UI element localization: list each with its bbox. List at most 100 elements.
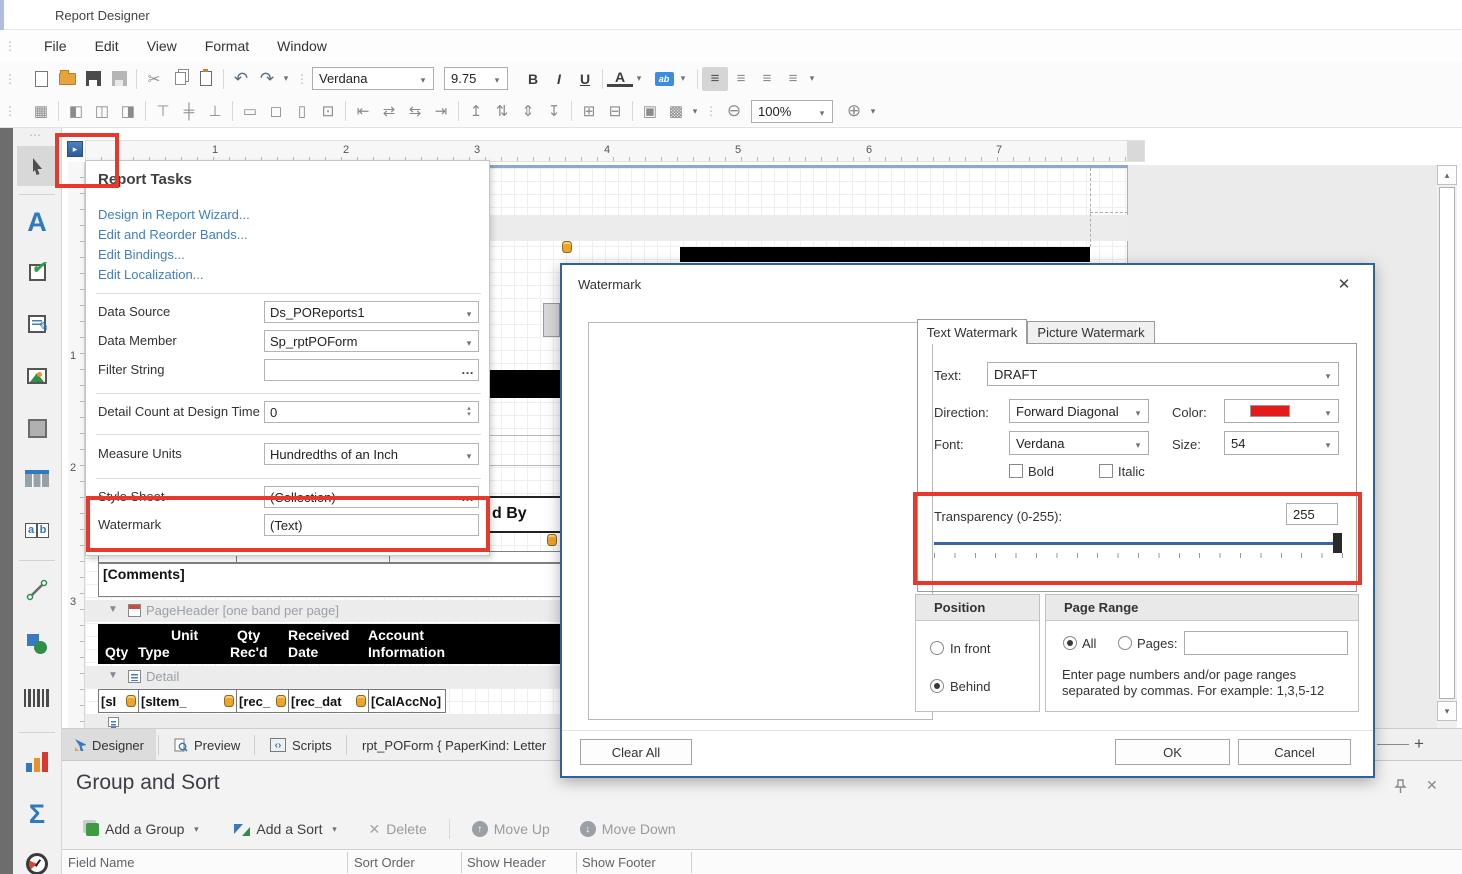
tab-scripts[interactable]: ‹› Scripts	[258, 729, 344, 761]
paste-icon[interactable]	[193, 67, 219, 91]
zoom-out-icon[interactable]: ⊖	[721, 99, 747, 123]
column-show-footer[interactable]: Show Footer	[582, 855, 656, 870]
h-space-equal-icon[interactable]: ⇤	[350, 99, 376, 123]
align-center-button[interactable]: ≡	[728, 67, 754, 91]
toolbox-shape[interactable]	[17, 624, 57, 664]
add-group-button[interactable]: Add a Group ▾	[76, 817, 208, 841]
size-to-grid-icon[interactable]: ⊡	[315, 99, 341, 123]
position-in-front-radio[interactable]	[930, 641, 944, 655]
transparency-slider-track[interactable]	[934, 542, 1342, 545]
zoom-in-icon[interactable]: ⊕	[841, 99, 867, 123]
move-up-button[interactable]: ↑ Move Up	[466, 817, 556, 841]
save-all-icon[interactable]	[106, 67, 132, 91]
snap-to-grid-icon[interactable]: ▦	[28, 99, 54, 123]
zoom-dropdown-icon[interactable]: ▾	[867, 106, 879, 117]
transparency-input[interactable]: 255	[1286, 503, 1338, 525]
zoom-combo[interactable]: 100% ▾	[751, 100, 833, 123]
bring-to-front-icon[interactable]: ▣	[637, 99, 663, 123]
align-bottoms-icon[interactable]: ⊥	[202, 99, 228, 123]
direction-combo[interactable]: Forward Diagonal ▾	[1009, 399, 1149, 423]
toolbox-barcode[interactable]	[17, 678, 57, 718]
cut-icon[interactable]: ✂	[141, 67, 167, 91]
move-down-button[interactable]: ↓ Move Down	[574, 817, 682, 841]
link-edit-localization[interactable]: Edit Localization...	[98, 267, 204, 282]
tab-picture-watermark[interactable]: Picture Watermark	[1027, 321, 1155, 344]
highlight-dropdown-icon[interactable]: ▾	[677, 73, 689, 84]
spinner-arrows[interactable]: ▴▾	[462, 403, 476, 421]
toolbox-line[interactable]	[17, 570, 57, 610]
v-space-decrease-icon[interactable]: ⇕	[515, 99, 541, 123]
font-size-combo[interactable]: 9.75 ▾	[444, 67, 508, 90]
new-report-icon[interactable]	[28, 67, 54, 91]
menu-edit[interactable]: Edit	[81, 30, 133, 62]
clear-all-button[interactable]: Clear All	[580, 739, 692, 765]
spin-down-icon[interactable]: ▾	[467, 412, 471, 418]
align-centers-icon[interactable]: ◫	[89, 99, 115, 123]
style-sheet-input[interactable]: (Collection) …	[264, 486, 479, 508]
font-color-dropdown-icon[interactable]: ▾	[633, 73, 645, 84]
toolbox-label[interactable]: A	[17, 202, 57, 242]
comments-field[interactable]: [Comments]	[98, 563, 562, 597]
pin-icon[interactable]	[1394, 779, 1407, 794]
band-collapse-icon[interactable]: ▼	[108, 670, 118, 681]
italic-checkbox[interactable]	[1099, 464, 1113, 478]
bold-button[interactable]: B	[520, 71, 546, 87]
ellipsis-button[interactable]: …	[461, 489, 474, 504]
tab-designer[interactable]: Designer	[62, 729, 156, 761]
redo-icon[interactable]: ↷	[254, 67, 280, 91]
received-by-header-cell[interactable]: d By	[490, 496, 562, 533]
toolbox-character-comb[interactable]: ab	[17, 510, 57, 550]
v-space-increase-icon[interactable]: ⇅	[489, 99, 515, 123]
data-source-combo[interactable]: Ds_POReports1 ▾	[264, 301, 479, 323]
v-space-remove-icon[interactable]: ↧	[541, 99, 567, 123]
scroll-up-button[interactable]: ▴	[1437, 165, 1457, 185]
scrollbar-thumb[interactable]	[1439, 187, 1455, 699]
menu-file[interactable]: File	[30, 30, 81, 62]
link-edit-bands[interactable]: Edit and Reorder Bands...	[98, 227, 248, 242]
range-all-radio[interactable]	[1063, 636, 1077, 650]
vertical-scrollbar[interactable]: ▴ ▾	[1437, 165, 1457, 728]
center-horizontally-icon[interactable]: ⊞	[576, 99, 602, 123]
send-to-back-icon[interactable]: ▩	[663, 99, 689, 123]
menu-view[interactable]: View	[133, 30, 191, 62]
close-panel-icon[interactable]: ✕	[1426, 777, 1438, 794]
highlight-button[interactable]: ab	[651, 67, 677, 91]
font-color-button[interactable]: A	[607, 70, 633, 87]
open-report-icon[interactable]	[54, 67, 80, 91]
order-dropdown-icon[interactable]: ▾	[689, 106, 701, 117]
center-vertically-icon[interactable]: ⊟	[602, 99, 628, 123]
report-control-black-bar[interactable]	[490, 370, 562, 398]
align-left-button[interactable]: ≡	[702, 67, 728, 91]
link-design-wizard[interactable]: Design in Report Wizard...	[98, 207, 250, 222]
filter-string-input[interactable]: …	[264, 359, 479, 381]
align-middles-icon[interactable]: ╪	[176, 99, 202, 123]
column-show-header[interactable]: Show Header	[467, 855, 546, 870]
detail-field-cell[interactable]: [CalAccNo]	[368, 689, 446, 713]
toolbox-table[interactable]	[17, 458, 57, 498]
add-tab-button[interactable]: +	[1414, 734, 1424, 754]
detail-count-spinner[interactable]: 0 ▴▾	[264, 401, 479, 423]
font-name-combo[interactable]: Verdana ▾	[312, 67, 434, 90]
size-combo[interactable]: 54 ▾	[1224, 431, 1339, 455]
h-space-remove-icon[interactable]: ⇥	[428, 99, 454, 123]
toolbox-picture[interactable]	[17, 356, 57, 396]
toolbox-checkbox[interactable]	[17, 252, 57, 292]
align-right-button[interactable]: ≡	[754, 67, 780, 91]
band-collapse-icon[interactable]: ▼	[108, 604, 118, 615]
scroll-down-button[interactable]: ▾	[1437, 701, 1457, 721]
bold-checkbox[interactable]	[1009, 464, 1023, 478]
text-combo[interactable]: DRAFT ▾	[987, 362, 1339, 386]
toolbox-gauge[interactable]	[17, 844, 57, 874]
detail-field-cell[interactable]: [rec_dat	[288, 689, 369, 713]
same-width-icon[interactable]: ▭	[237, 99, 263, 123]
ok-button[interactable]: OK	[1115, 739, 1230, 765]
tab-text-watermark[interactable]: Text Watermark	[917, 319, 1027, 344]
add-sort-button[interactable]: Add a Sort ▾	[228, 817, 346, 841]
align-rights-icon[interactable]: ◨	[115, 99, 141, 123]
detail-field-cell[interactable]: [sI	[98, 689, 139, 713]
toolbox-panel[interactable]	[17, 408, 57, 448]
link-edit-bindings[interactable]: Edit Bindings...	[98, 247, 185, 262]
toolbox-richtext[interactable]	[17, 304, 57, 344]
color-combo[interactable]: ▾	[1224, 399, 1339, 423]
v-space-equal-icon[interactable]: ↥	[463, 99, 489, 123]
